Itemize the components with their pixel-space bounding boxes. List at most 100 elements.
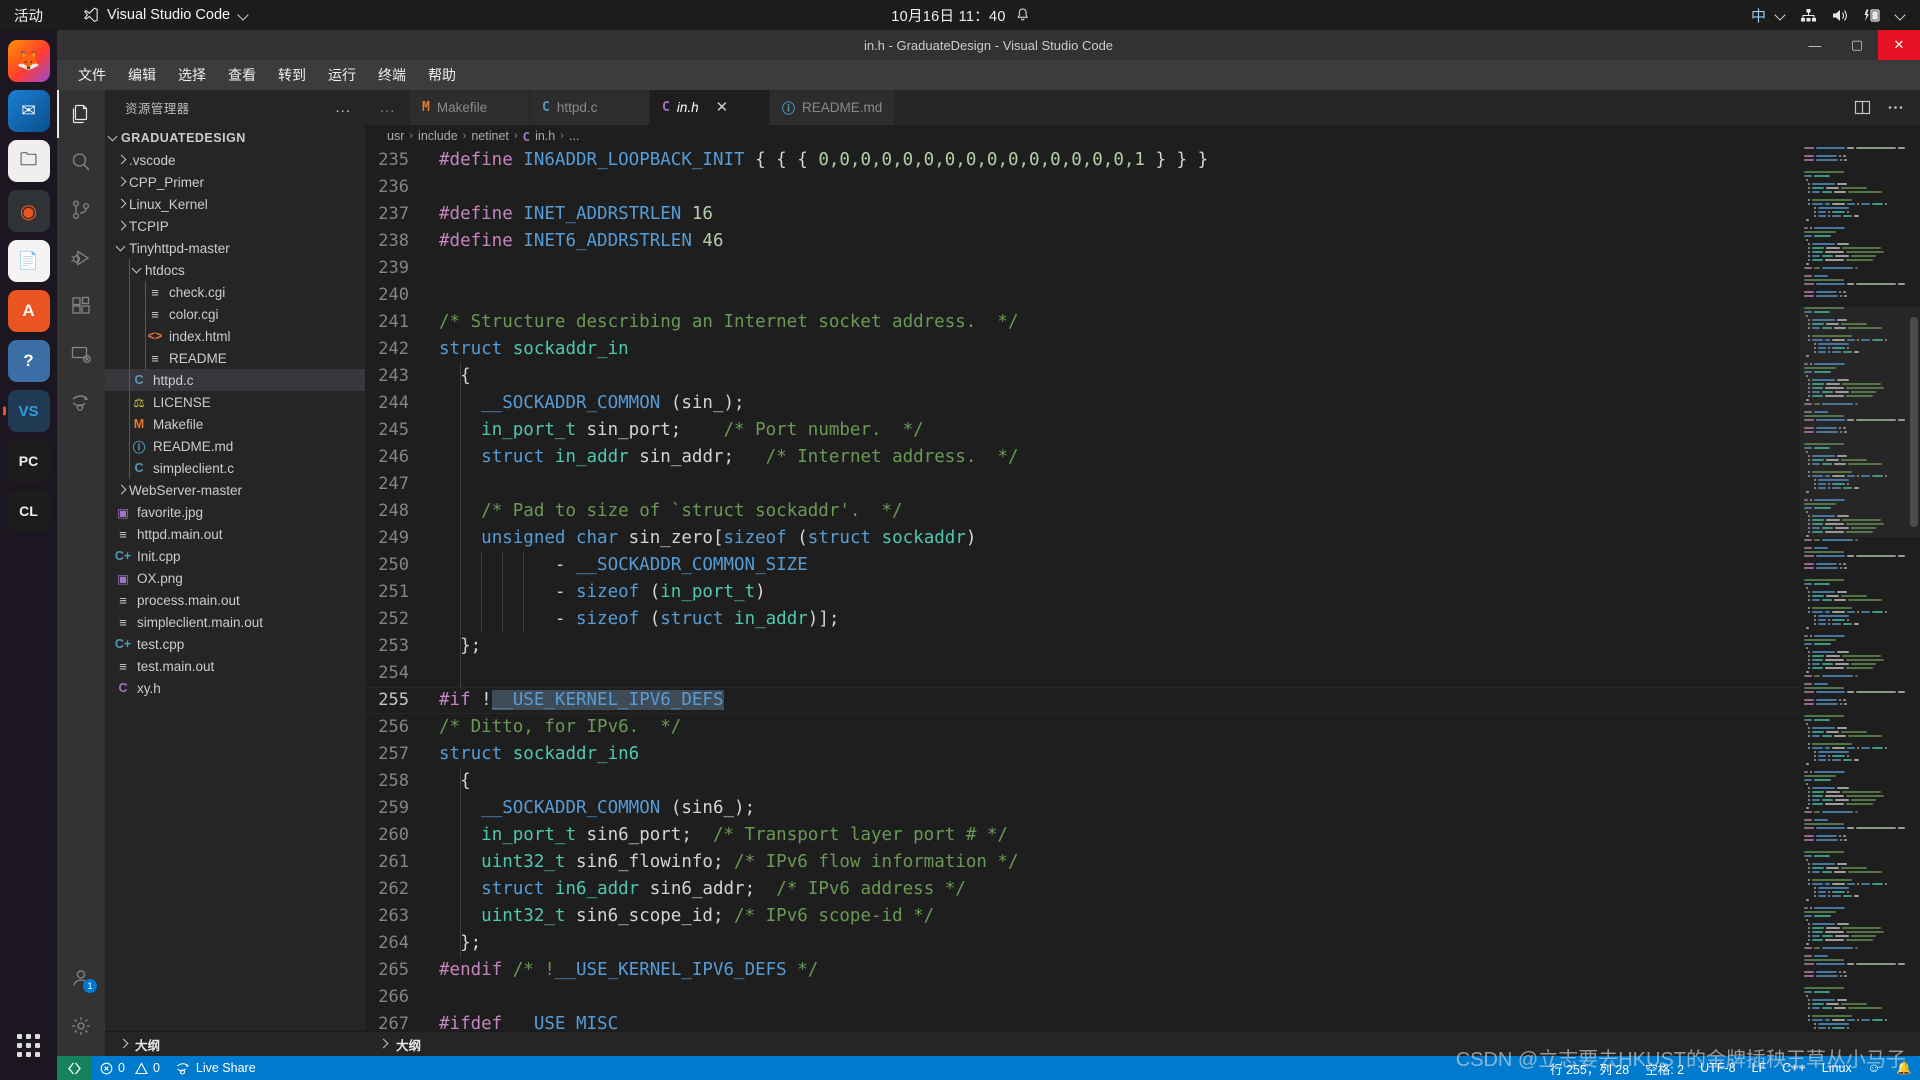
tree-item-test-main-out[interactable]: ≡test.main.out — [105, 655, 365, 677]
code-line[interactable]: 252 - sizeof (struct in_addr)]; — [365, 606, 1800, 633]
menu-go[interactable]: 转到 — [269, 62, 315, 88]
code-line[interactable]: 256/* Ditto, for IPv6. */ — [365, 714, 1800, 741]
tree-item-color-cgi[interactable]: ≡color.cgi — [105, 303, 365, 325]
activity-run-and-debug[interactable] — [57, 234, 105, 282]
dock-item-pycharm[interactable]: PC — [8, 440, 50, 482]
menu-terminal[interactable]: 终端 — [369, 62, 415, 88]
tab-readme-md[interactable]: ⓘREADME.md — [770, 90, 895, 125]
status-cursor-position[interactable]: 行 255，列 28 — [1542, 1056, 1637, 1080]
tab-close-icon[interactable]: ✕ — [716, 100, 729, 115]
minimize-button[interactable]: — — [1794, 30, 1836, 60]
status-language-mode[interactable]: C++ — [1774, 1056, 1814, 1080]
code-line[interactable]: 259 __SOCKADDR_COMMON (sin6_); — [365, 795, 1800, 822]
menu-run[interactable]: 运行 — [319, 62, 365, 88]
chevron-down-icon[interactable] — [129, 266, 145, 274]
menu-view[interactable]: 查看 — [219, 62, 265, 88]
tab-in-h[interactable]: Cin.h✕ — [650, 90, 770, 125]
code-line[interactable]: 251 - sizeof (in_port_t) — [365, 579, 1800, 606]
chevron-right-icon[interactable] — [113, 486, 129, 494]
code-line[interactable]: 250 - __SOCKADDR_COMMON_SIZE — [365, 552, 1800, 579]
menu-edit[interactable]: 编辑 — [119, 62, 165, 88]
code-line[interactable]: 246 struct in_addr sin_addr; /* Internet… — [365, 444, 1800, 471]
chevron-down-icon[interactable] — [1895, 10, 1906, 21]
breadcrumb-file[interactable]: in.h — [535, 129, 555, 143]
tree-item-httpd-main-out[interactable]: ≡httpd.main.out — [105, 523, 365, 545]
tab-httpd-c[interactable]: Chttpd.c — [530, 90, 650, 125]
dock-item-rhythmbox[interactable]: ◉ — [8, 190, 50, 232]
tree-item-license[interactable]: ⚖LICENSE — [105, 391, 365, 413]
tree-item-index-html[interactable]: <>index.html — [105, 325, 365, 347]
tree-item-cpp-primer[interactable]: CPP_Primer — [105, 171, 365, 193]
ime-indicator[interactable]: 中 — [1749, 5, 1786, 26]
tabs-overflow-icon[interactable]: ... — [365, 90, 410, 125]
status-notifications[interactable]: 🔔 — [1888, 1056, 1920, 1080]
tab-makefile[interactable]: MMakefile — [410, 90, 530, 125]
activity-manage-settings[interactable] — [57, 1002, 105, 1050]
code-line[interactable]: 257struct sockaddr_in6 — [365, 741, 1800, 768]
split-editor-icon[interactable] — [1854, 99, 1871, 116]
volume-icon[interactable] — [1831, 8, 1849, 23]
dock-item-thunderbird[interactable]: ✉ — [8, 90, 50, 132]
activities-button[interactable]: 活动 — [14, 5, 43, 26]
dock-item-help[interactable]: ? — [8, 340, 50, 382]
tree-item-tinyhttpd-master[interactable]: Tinyhttpd-master — [105, 237, 365, 259]
code-line[interactable]: 253 }; — [365, 633, 1800, 660]
tree-item-xy-h[interactable]: Cxy.h — [105, 677, 365, 699]
activity-remote-explorer[interactable] — [57, 330, 105, 378]
code-line[interactable]: 248 /* Pad to size of `struct sockaddr'.… — [365, 498, 1800, 525]
chevron-right-icon[interactable] — [113, 156, 129, 164]
code-line[interactable]: 262 struct in6_addr sin6_addr; /* IPv6 a… — [365, 876, 1800, 903]
code-line[interactable]: 258 { — [365, 768, 1800, 795]
dock-item-libreoffice-writer[interactable]: 📄 — [8, 240, 50, 282]
activity-extensions[interactable] — [57, 282, 105, 330]
dock-item-ubuntu-software[interactable]: A — [8, 290, 50, 332]
chevron-down-icon[interactable] — [113, 244, 129, 252]
code-line[interactable]: 244 __SOCKADDR_COMMON (sin_); — [365, 390, 1800, 417]
tree-item-favorite-jpg[interactable]: ▣favorite.jpg — [105, 501, 365, 523]
code-line[interactable]: 235#define IN6ADDR_LOOPBACK_INIT { { { 0… — [365, 147, 1800, 174]
breadcrumb-part-netinet[interactable]: netinet — [471, 129, 509, 143]
dock-item-visual-studio-code[interactable]: VS — [8, 390, 50, 432]
code-content[interactable]: 235#define IN6ADDR_LOOPBACK_INIT { { { 0… — [365, 147, 1800, 1031]
chevron-right-icon[interactable] — [113, 222, 129, 230]
tree-item-linux-kernel[interactable]: Linux_Kernel — [105, 193, 365, 215]
code-line[interactable]: 267#ifdef __USE_MISC — [365, 1011, 1800, 1031]
close-button[interactable]: ✕ — [1878, 30, 1920, 60]
status-feedback[interactable]: ☺ — [1860, 1056, 1889, 1080]
status-indentation[interactable]: 空格: 2 — [1637, 1056, 1692, 1080]
code-line[interactable]: 261 uint32_t sin6_flowinfo; /* IPv6 flow… — [365, 849, 1800, 876]
breadcrumb[interactable]: usr › include › netinet › C in.h › ... — [365, 125, 1920, 147]
activity-explorer[interactable] — [57, 90, 105, 138]
tree-item-test-cpp[interactable]: C+test.cpp — [105, 633, 365, 655]
activity-source-control[interactable] — [57, 186, 105, 234]
minimap[interactable] — [1800, 147, 1920, 1031]
tree-item-simpleclient-main-out[interactable]: ≡simpleclient.main.out — [105, 611, 365, 633]
code-line[interactable]: 237#define INET_ADDRSTRLEN 16 — [365, 201, 1800, 228]
editor-outline-strip[interactable]: 大纲 — [365, 1031, 1920, 1056]
network-icon[interactable] — [1800, 8, 1817, 23]
code-line[interactable]: 239 — [365, 255, 1800, 282]
code-line[interactable]: 254 — [365, 660, 1800, 687]
dock-item-clion[interactable]: CL — [8, 490, 50, 532]
dock-item-firefox[interactable]: 🦊 — [8, 40, 50, 82]
code-line[interactable]: 260 in_port_t sin6_port; /* Transport la… — [365, 822, 1800, 849]
code-line[interactable]: 265#endif /* !__USE_KERNEL_IPV6_DEFS */ — [365, 957, 1800, 984]
tree-item--vscode[interactable]: .vscode — [105, 149, 365, 171]
status-platform[interactable]: Linux — [1814, 1056, 1860, 1080]
battery-icon[interactable] — [1863, 8, 1881, 23]
chevron-right-icon[interactable] — [113, 200, 129, 208]
menu-help[interactable]: 帮助 — [419, 62, 465, 88]
chevron-right-icon[interactable] — [113, 178, 129, 186]
menu-selection[interactable]: 选择 — [169, 62, 215, 88]
show-applications-button[interactable] — [8, 1024, 50, 1066]
status-live-share[interactable]: Live Share — [168, 1056, 264, 1080]
tree-item-webserver-master[interactable]: WebServer-master — [105, 479, 365, 501]
tree-item-tcpip[interactable]: TCPIP — [105, 215, 365, 237]
tree-item-readme[interactable]: ≡README — [105, 347, 365, 369]
menu-file[interactable]: 文件 — [69, 62, 115, 88]
code-line[interactable]: 255#if !__USE_KERNEL_IPV6_DEFS — [365, 687, 1800, 714]
code-line[interactable]: 247 — [365, 471, 1800, 498]
tree-item-init-cpp[interactable]: C+Init.cpp — [105, 545, 365, 567]
code-line[interactable]: 243 { — [365, 363, 1800, 390]
code-line[interactable]: 249 unsigned char sin_zero[sizeof (struc… — [365, 525, 1800, 552]
